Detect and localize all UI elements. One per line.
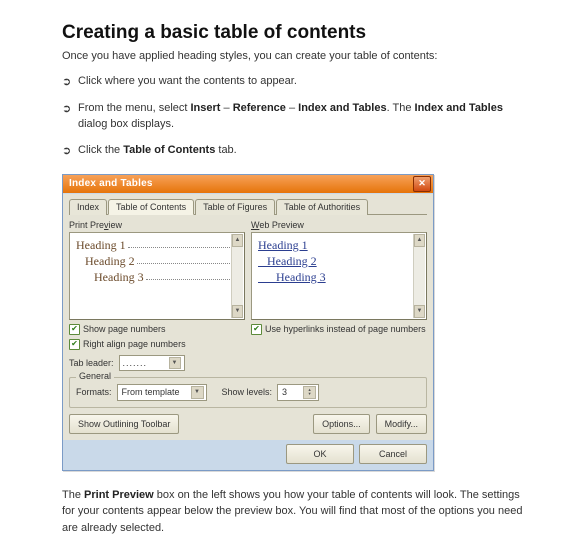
formats-label: Formats: xyxy=(76,387,112,397)
bullet-icon: ➲ xyxy=(62,74,78,91)
bullet-text: From the menu, select Insert – Reference… xyxy=(78,101,523,133)
tab-leader-value: ....... xyxy=(123,358,148,368)
scrollbar[interactable]: ▲ ▼ xyxy=(231,234,243,318)
ok-button[interactable]: OK xyxy=(286,444,354,464)
bullet-icon: ➲ xyxy=(62,143,78,160)
checkbox-icon[interactable] xyxy=(69,339,80,350)
scroll-down-button[interactable]: ▼ xyxy=(414,305,425,318)
print-preview-label: Print Preview xyxy=(69,220,245,230)
bullet-list: ➲ Click where you want the contents to a… xyxy=(62,74,523,160)
option-label: Right align page numbers xyxy=(83,339,186,349)
tab-table-of-authorities[interactable]: Table of Authorities xyxy=(276,199,368,215)
modify-button[interactable]: Modify... xyxy=(376,414,427,434)
checkbox-icon[interactable] xyxy=(251,324,262,335)
chevron-down-icon: ▼ xyxy=(191,386,204,399)
chevron-up-icon: ▲ xyxy=(235,237,241,243)
general-legend: General xyxy=(76,371,114,381)
close-icon: ✕ xyxy=(418,179,426,188)
levels-value: 3 xyxy=(282,387,287,397)
print-preview-box: Heading 11 Heading 23 Heading 35 ▲ ▼ xyxy=(69,232,245,320)
checkbox-icon[interactable] xyxy=(69,324,80,335)
scrollbar[interactable]: ▲ ▼ xyxy=(413,234,425,318)
levels-spinner[interactable]: 3 ▲▼ xyxy=(277,384,319,401)
tabs: Index Table of Contents Table of Figures… xyxy=(69,198,427,215)
chevron-down-icon: ▼ xyxy=(417,308,423,314)
general-fieldset: General Formats: From template ▼ Show le… xyxy=(69,377,427,408)
tab-index[interactable]: Index xyxy=(69,199,107,215)
bullet-item: ➲ From the menu, select Insert – Referen… xyxy=(62,101,523,133)
show-outlining-toolbar-button[interactable]: Show Outlining Toolbar xyxy=(69,414,179,434)
levels-label: Show levels: xyxy=(222,387,273,397)
close-button[interactable]: ✕ xyxy=(413,176,431,192)
chevron-up-icon: ▲ xyxy=(417,237,423,243)
options-button[interactable]: Options... xyxy=(313,414,370,434)
cancel-button[interactable]: Cancel xyxy=(359,444,427,464)
bullet-text: Click the Table of Contents tab. xyxy=(78,143,523,160)
web-preview-label: Web Preview xyxy=(251,220,427,230)
bullet-item: ➲ Click where you want the contents to a… xyxy=(62,74,523,91)
tab-leader-label: Tab leader: xyxy=(69,358,114,368)
intro-text: Once you have applied heading styles, yo… xyxy=(62,50,523,62)
tab-table-of-contents[interactable]: Table of Contents xyxy=(108,199,194,215)
scroll-down-button[interactable]: ▼ xyxy=(232,305,243,318)
chevron-down-icon: ▼ xyxy=(235,308,241,314)
bullet-item: ➲ Click the Table of Contents tab. xyxy=(62,143,523,160)
web-preview-box: Heading 1 Heading 2 Heading 3 ▲ ▼ xyxy=(251,232,427,320)
chevron-down-icon: ▼ xyxy=(169,357,181,369)
bullet-text: Click where you want the contents to app… xyxy=(78,74,523,91)
formats-value: From template xyxy=(122,387,180,397)
index-and-tables-dialog: Index and Tables ✕ Index Table of Conten… xyxy=(62,174,434,471)
right-align-option[interactable]: Right align page numbers xyxy=(69,339,245,350)
dialog-title: Index and Tables xyxy=(69,178,413,189)
page-title: Creating a basic table of contents xyxy=(62,22,523,44)
use-hyperlinks-option[interactable]: Use hyperlinks instead of page numbers xyxy=(251,324,427,335)
tab-leader-select[interactable]: ....... ▼ xyxy=(119,355,185,371)
bullet-icon: ➲ xyxy=(62,101,78,133)
option-label: Use hyperlinks instead of page numbers xyxy=(265,324,426,334)
option-label: Show page numbers xyxy=(83,324,166,334)
show-page-numbers-option[interactable]: Show page numbers xyxy=(69,324,245,335)
tab-table-of-figures[interactable]: Table of Figures xyxy=(195,199,275,215)
titlebar[interactable]: Index and Tables ✕ xyxy=(63,175,433,193)
spinner-icon: ▲▼ xyxy=(303,386,316,399)
caption-text: The Print Preview box on the left shows … xyxy=(62,487,523,537)
formats-select[interactable]: From template ▼ xyxy=(117,384,207,401)
